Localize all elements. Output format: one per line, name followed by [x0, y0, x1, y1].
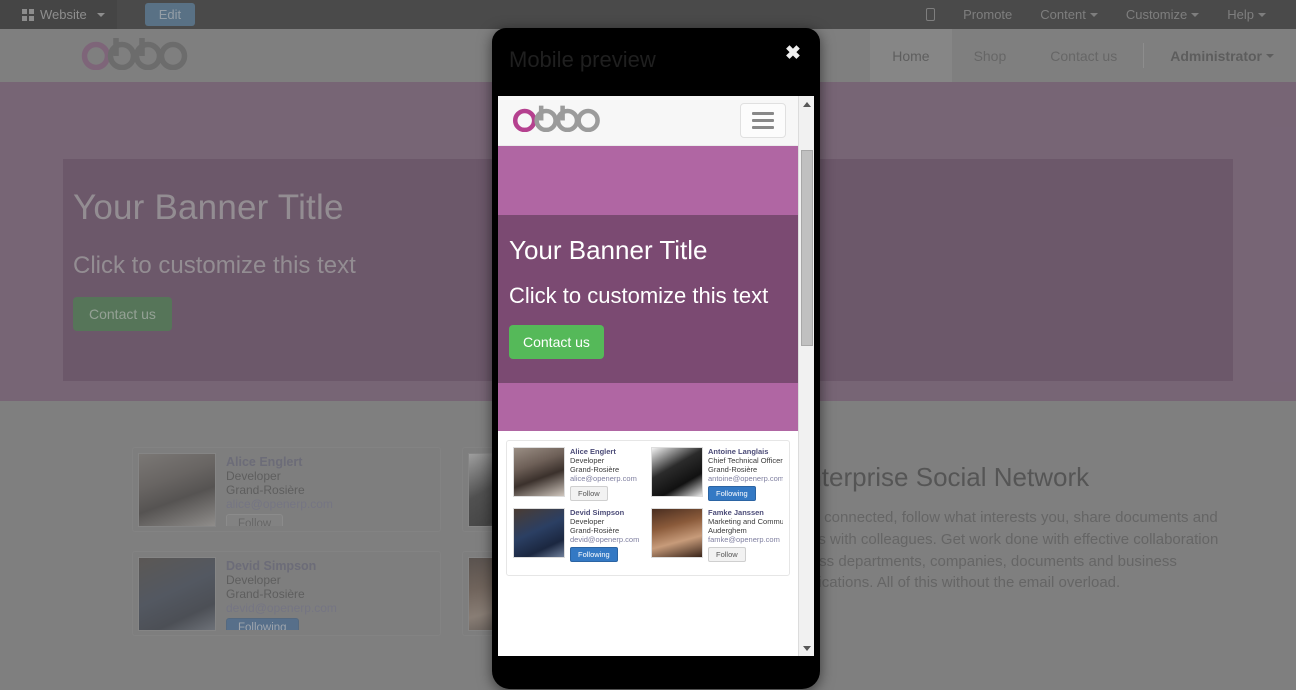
person-job: Marketing and Community Manager — [708, 516, 783, 526]
follow-button[interactable]: Following — [708, 485, 756, 501]
mobile-person-card[interactable]: Famke Janssen Marketing and Community Ma… — [651, 507, 783, 562]
mobile-people-section: Alice Englert Developer Grand-Rosière al… — [498, 430, 798, 585]
person-name: Devid Simpson — [570, 507, 625, 517]
mobile-people-row: Alice Englert Developer Grand-Rosière al… — [513, 446, 783, 501]
follow-button[interactable]: Following — [570, 546, 618, 562]
mobile-odoo-logo[interactable] — [510, 104, 602, 137]
person-name: Alice Englert — [570, 446, 616, 456]
person-job: Chief Technical Officer — [708, 455, 783, 465]
avatar — [513, 446, 565, 497]
person-city: Grand-Rosière — [708, 464, 758, 474]
mobile-site-header — [498, 96, 798, 146]
mobile-banner-subtitle: Click to customize this text — [509, 283, 769, 308]
person-city: Auderghem — [708, 525, 747, 535]
scroll-down-arrow-icon[interactable] — [799, 640, 814, 656]
person-email: antoine@openerp.com — [708, 473, 783, 483]
person-email: famke@openerp.com — [708, 534, 780, 544]
person-email: devid@openerp.com — [570, 534, 640, 544]
mobile-band-top — [498, 146, 798, 215]
follow-button[interactable]: Follow — [708, 546, 746, 562]
person-job: Developer — [570, 455, 605, 465]
mobile-band-bottom — [498, 382, 798, 431]
modal-title: Mobile preview — [509, 47, 656, 72]
person-city: Grand-Rosière — [570, 464, 620, 474]
mobile-banner-title: Your Banner Title — [509, 235, 708, 265]
scrollbar-thumb[interactable] — [801, 150, 813, 346]
mobile-banner-cta-button[interactable]: Contact us — [509, 324, 604, 359]
mobile-preview-viewport[interactable]: Your Banner Title Click to customize thi… — [498, 96, 814, 656]
mobile-people-cards: Alice Englert Developer Grand-Rosière al… — [506, 439, 790, 576]
person-job: Developer — [570, 516, 605, 526]
person-email: alice@openerp.com — [570, 473, 637, 483]
person-city: Grand-Rosière — [570, 525, 620, 535]
mobile-banner-block[interactable]: Your Banner Title Click to customize thi… — [498, 215, 798, 383]
avatar — [651, 446, 703, 497]
mobile-people-row: Devid Simpson Developer Grand-Rosière de… — [513, 507, 783, 562]
mobile-person-card[interactable]: Antoine Langlais Chief Technical Officer… — [651, 446, 783, 501]
mobile-preview-modal: Mobile preview ✖ Your Banner Title Click… — [492, 28, 820, 689]
follow-button[interactable]: Follow — [570, 485, 608, 501]
mobile-person-card[interactable]: Alice Englert Developer Grand-Rosière al… — [513, 446, 645, 501]
mobile-banner-cta-label: Contact us — [523, 333, 590, 350]
person-name: Antoine Langlais — [708, 446, 769, 456]
screenshot-root: Website Edit Promote Content Customize — [0, 0, 1296, 690]
mobile-person-card[interactable]: Devid Simpson Developer Grand-Rosière de… — [513, 507, 645, 562]
avatar — [513, 507, 565, 558]
scroll-up-arrow-icon[interactable] — [799, 96, 814, 112]
person-name: Famke Janssen — [708, 507, 764, 517]
close-icon[interactable]: ✖ — [782, 43, 804, 65]
mobile-preview-content: Your Banner Title Click to customize thi… — [498, 96, 798, 656]
avatar — [651, 507, 703, 558]
preview-scrollbar[interactable] — [798, 96, 814, 656]
hamburger-icon[interactable] — [740, 103, 786, 138]
